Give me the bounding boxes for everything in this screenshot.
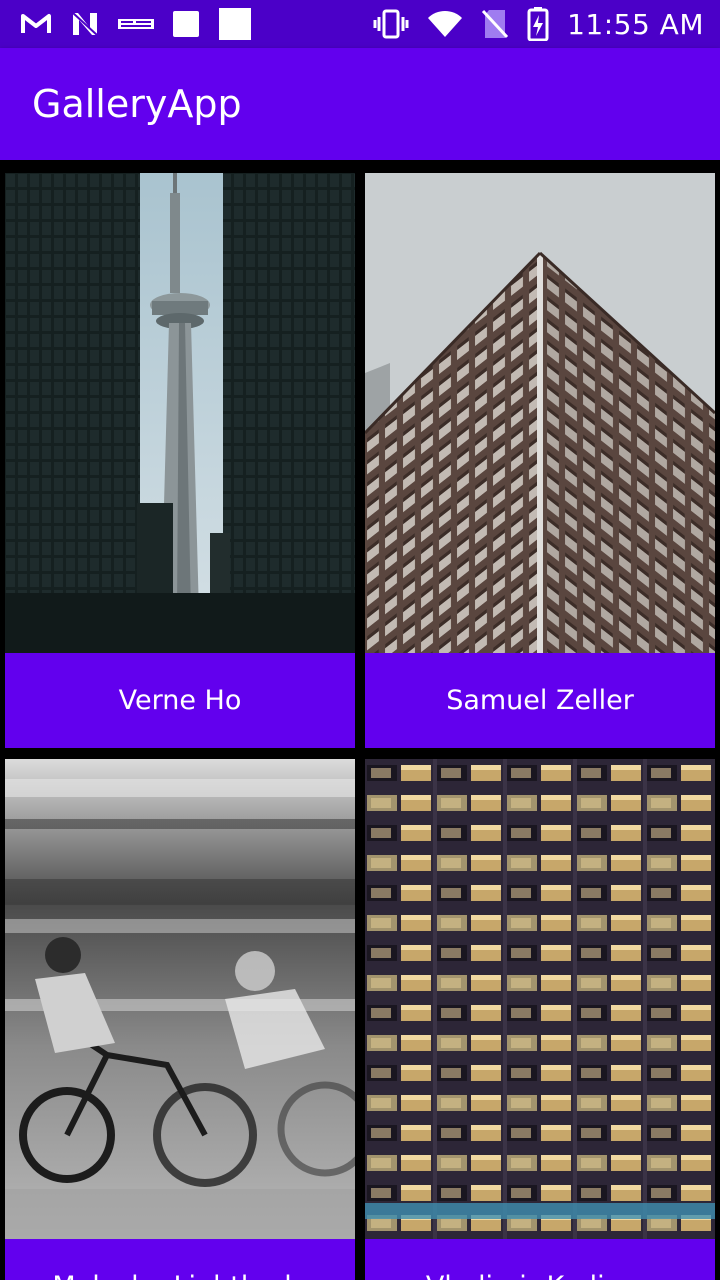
- gallery-photo[interactable]: [365, 173, 715, 653]
- status-bar: 11:55 AM: [0, 0, 720, 48]
- vibrate-icon: [373, 9, 409, 39]
- gmail-icon: [20, 12, 52, 36]
- square-icon: [172, 10, 200, 38]
- gallery-photo[interactable]: [5, 759, 355, 1239]
- author-label: Vladimir Kudinov: [365, 1239, 715, 1280]
- battery-charging-icon: [527, 7, 549, 41]
- clock: 11:55 AM: [567, 7, 704, 41]
- square-icon: [218, 7, 252, 41]
- no-sim-icon: [481, 9, 509, 39]
- system-icons: 11:55 AM: [373, 7, 704, 41]
- n-icon: [70, 11, 100, 37]
- news-icon: [118, 17, 154, 31]
- gallery-photo[interactable]: [365, 759, 715, 1239]
- gallery-grid[interactable]: Verne Ho Samuel Zeller: [0, 160, 720, 1280]
- author-label: Samuel Zeller: [365, 653, 715, 748]
- gallery-photo[interactable]: [5, 173, 355, 653]
- app-bar: GalleryApp: [0, 48, 720, 160]
- wifi-icon: [427, 10, 463, 38]
- notification-icons: [20, 7, 252, 41]
- app-title: GalleryApp: [32, 82, 242, 126]
- author-label: Malcolm Lightbody: [5, 1239, 355, 1280]
- author-label: Verne Ho: [5, 653, 355, 748]
